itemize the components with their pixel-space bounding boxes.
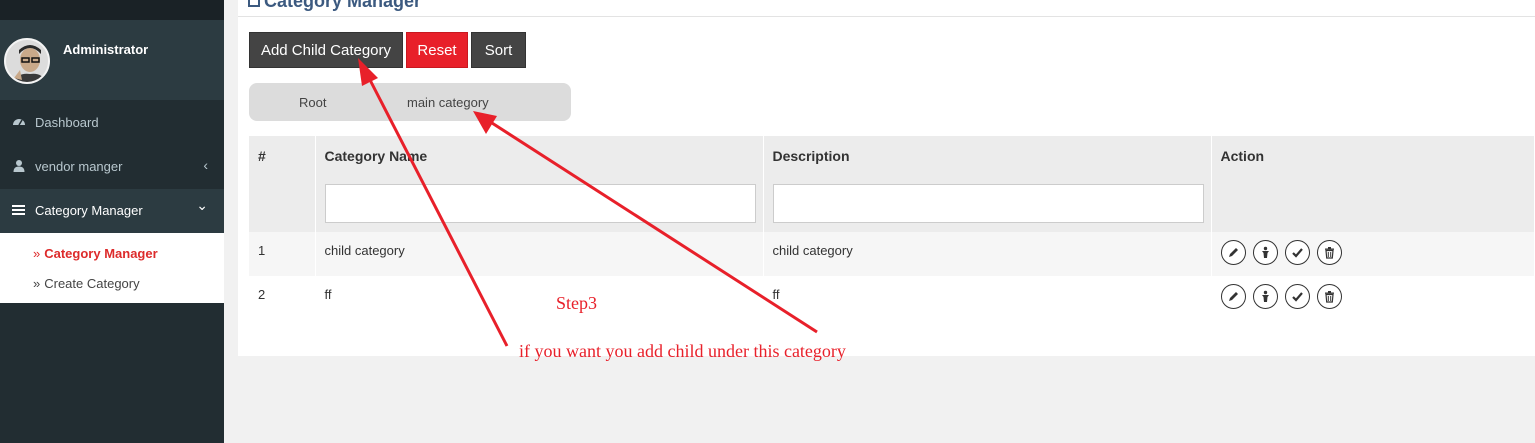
sidebar-submenu: » Category Manager » Create Category — [0, 233, 224, 303]
sort-button[interactable]: Sort — [471, 32, 526, 68]
filter-cell — [763, 176, 1212, 232]
check-icon[interactable] — [1284, 284, 1310, 309]
row-category-name: child category — [315, 232, 764, 276]
description-filter-input[interactable] — [772, 184, 1204, 223]
category-name-filter-input[interactable] — [324, 184, 756, 223]
dashboard-icon — [12, 115, 26, 129]
filter-row — [249, 176, 1535, 232]
sidebar-item-dashboard[interactable]: Dashboard — [0, 101, 224, 145]
submenu-item-label: Category Manager — [44, 246, 158, 261]
table-header-row: # Category Name Description Action — [249, 136, 1535, 176]
row-actions — [1211, 232, 1535, 276]
filter-cell — [249, 176, 316, 232]
filter-cell — [315, 176, 764, 232]
sidebar-item-label: Dashboard — [35, 115, 99, 130]
child-icon[interactable] — [1252, 284, 1278, 309]
row-description: ff — [763, 276, 1212, 320]
table-row[interactable]: 2 ff ff — [249, 276, 1535, 320]
add-child-category-button[interactable]: Add Child Category — [249, 32, 403, 68]
trash-icon[interactable] — [1316, 284, 1342, 309]
column-header-description: Description — [763, 136, 1212, 176]
row-description: child category — [763, 232, 1212, 276]
column-header-action: Action — [1211, 136, 1535, 176]
avatar[interactable] — [4, 38, 50, 84]
page-title: Category Manager — [248, 0, 421, 12]
sidebar-top-strip — [0, 0, 224, 20]
edit-icon[interactable] — [1220, 284, 1246, 309]
user-name: Administrator — [63, 42, 149, 57]
reset-button[interactable]: Reset — [406, 32, 468, 68]
double-chevron-icon: » — [33, 246, 41, 261]
breadcrumb-current[interactable]: main category — [407, 95, 489, 110]
list-icon — [248, 0, 260, 8]
chevron-down-icon: ⌄ — [196, 197, 208, 213]
check-icon[interactable] — [1284, 240, 1310, 265]
category-table: # Category Name Description Action 1 chi… — [249, 136, 1535, 320]
sidebar: Administrator Dashboard vendor manger ‹ … — [0, 0, 224, 443]
annotation-hint-text: if you want you add child under this cat… — [519, 341, 846, 361]
filter-cell — [1211, 176, 1535, 232]
row-number: 1 — [249, 232, 316, 276]
sidebar-item-category-manager[interactable]: Category Manager ⌄ — [0, 189, 224, 233]
edit-icon[interactable] — [1220, 240, 1246, 265]
row-number: 2 — [249, 276, 316, 320]
user-panel: Administrator — [0, 20, 224, 100]
user-icon — [12, 159, 26, 173]
sidebar-item-label: vendor manger — [35, 159, 123, 174]
trash-icon[interactable] — [1316, 240, 1342, 265]
column-header-category-name: Category Name — [315, 136, 764, 176]
main-content: Category Manager Add Child Category Rese… — [238, 0, 1535, 356]
divider — [238, 16, 1535, 17]
breadcrumb-root[interactable]: Root — [299, 95, 326, 110]
sidebar-item-vendor-manger[interactable]: vendor manger ‹ — [0, 145, 224, 189]
column-header-number: # — [249, 136, 316, 176]
page-title-text: Category Manager — [264, 0, 422, 11]
child-icon[interactable] — [1252, 240, 1278, 265]
chevron-left-icon: ‹ — [203, 157, 208, 173]
row-category-name: ff — [315, 276, 764, 320]
breadcrumb: Root main category — [249, 83, 571, 121]
submenu-item-create-category[interactable]: » Create Category — [33, 276, 140, 291]
double-chevron-icon: » — [33, 276, 41, 291]
sidebar-item-label: Category Manager — [35, 203, 143, 218]
submenu-item-label: Create Category — [44, 276, 140, 291]
table-row[interactable]: 1 child category child category — [249, 232, 1535, 276]
bars-icon — [12, 203, 26, 217]
annotation-step-label: Step3 — [556, 293, 598, 313]
submenu-item-category-manager[interactable]: » Category Manager — [33, 246, 158, 261]
row-actions — [1211, 276, 1535, 320]
